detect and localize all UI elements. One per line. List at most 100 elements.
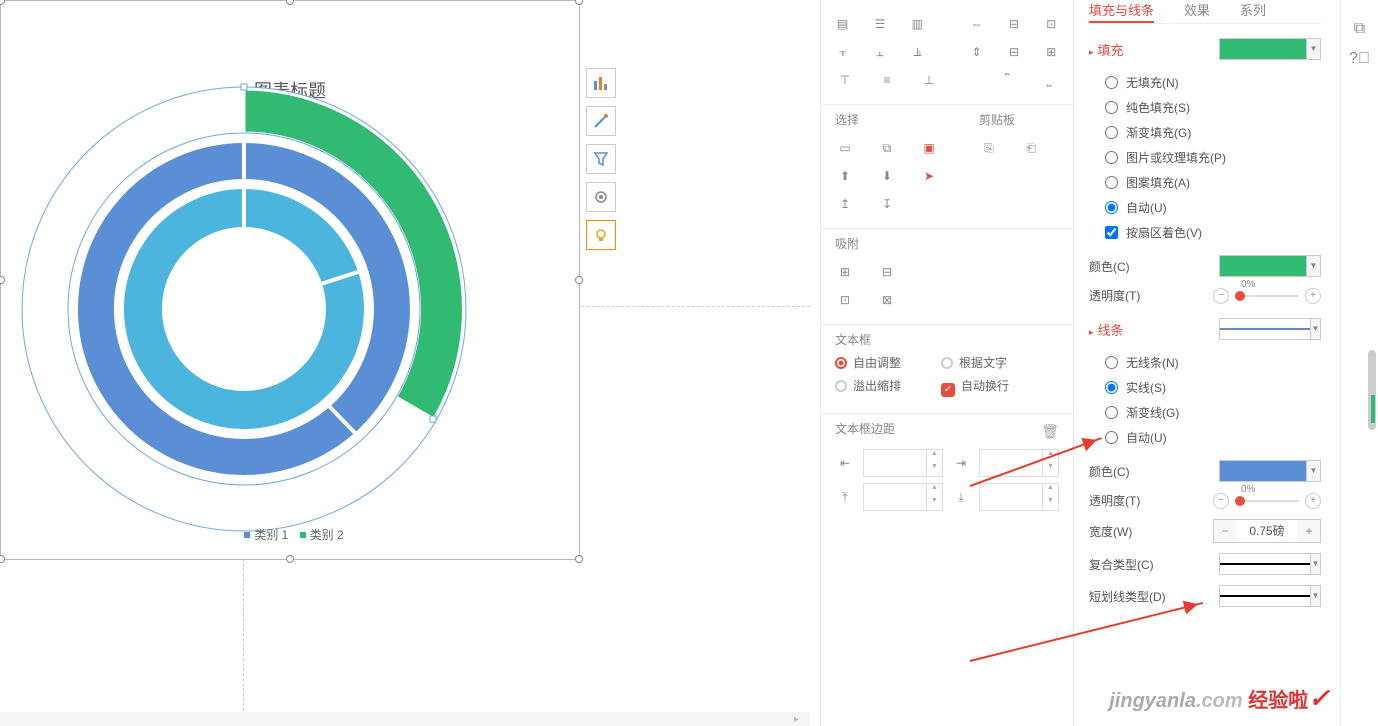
bring-front-icon[interactable]: ⬆ — [835, 166, 855, 186]
chart-filter-button[interactable] — [586, 144, 616, 174]
fill-opacity-slider[interactable]: − 0% + — [1213, 288, 1321, 304]
textbox-auto-option[interactable]: 自由调整 — [835, 354, 901, 371]
margin-right-input[interactable]: ▲▼ — [979, 449, 1059, 477]
line-color-picker[interactable]: ▼ — [1219, 460, 1321, 482]
chart-legend[interactable]: 类别 1 类别 2 — [1, 526, 579, 543]
equal-height-icon[interactable]: ⊟ — [1006, 42, 1021, 62]
line-solid-option[interactable]: 实线(S) — [1089, 375, 1321, 400]
fill-gradient-option[interactable]: 渐变填充(G) — [1089, 120, 1321, 145]
format-toolbox-panel: ▤ ☰ ▥ ⇔ ⊟ ⊡ ⫟ ⫠ ⫡ ⇕ ⊟ ⊞ ⊤ ≡ ⊥ ⎴ ⎵ — [820, 0, 1074, 726]
select-object-icon[interactable]: ▭ — [835, 138, 855, 158]
popout-icon[interactable]: ⧉ — [1349, 18, 1371, 40]
margin-top-icon: ⤒ — [835, 487, 855, 507]
align-bottom-icon[interactable]: ⫡ — [910, 42, 925, 62]
line-dash-picker[interactable]: ▼ — [1219, 585, 1321, 607]
distribute-v-icon[interactable]: ⇕ — [969, 42, 984, 62]
scroll-accent — [1371, 395, 1375, 423]
valign-top-icon[interactable]: ⊤ — [835, 70, 855, 90]
line-section-header[interactable]: ▸线条 ▼ — [1089, 318, 1321, 340]
fill-pattern-option[interactable]: 图案填充(A) — [1089, 170, 1321, 195]
legend-swatch-2 — [300, 532, 306, 538]
match-size-icon[interactable]: ⊞ — [1044, 42, 1059, 62]
select-similar-icon[interactable]: ▣ — [919, 138, 939, 158]
select-section-label: 选择 — [835, 111, 939, 128]
line-opacity-label: 透明度(T) — [1089, 492, 1140, 509]
fill-section-header[interactable]: ▸填充 ▼ — [1089, 38, 1321, 60]
fill-by-sector-option[interactable]: 按扇区着色(V) — [1089, 220, 1321, 245]
trash-icon[interactable]: 🗑 — [1041, 423, 1059, 440]
valign-mid-icon[interactable]: ≡ — [877, 70, 897, 90]
snap-top-icon[interactable]: ⎴ — [997, 70, 1017, 90]
property-tabs: 填充与线条 效果 系列 — [1089, 0, 1321, 24]
equal-spacing-icon[interactable]: ⊡ — [1044, 14, 1059, 34]
distribute-h-icon[interactable]: ⇔ — [969, 14, 984, 34]
fill-color-label: 颜色(C) — [1089, 258, 1130, 275]
chart-selection-box[interactable]: 图表标题 类别 1 类别 2 — [0, 0, 580, 560]
tab-effect[interactable]: 效果 — [1184, 0, 1210, 23]
watermark: jingyanla.com 经验啦✓ — [1109, 683, 1330, 714]
margin-bottom-input[interactable]: ▲▼ — [979, 483, 1059, 511]
move-up-icon[interactable]: ↥ — [835, 194, 855, 214]
chart-elements-button[interactable] — [586, 68, 616, 98]
snap-section-label: 吸附 — [835, 235, 1059, 252]
fill-solid-option[interactable]: 纯色填充(S) — [1089, 95, 1321, 120]
align-right-icon[interactable]: ▥ — [910, 14, 925, 34]
chart-side-toolbar — [586, 68, 618, 258]
fill-color-swatch-top[interactable]: ▼ — [1219, 38, 1321, 60]
paste-icon[interactable]: ⎗ — [1021, 138, 1041, 158]
canvas-area[interactable]: 图表标题 类别 1 类别 2 — [0, 0, 810, 726]
horizontal-scrollbar[interactable]: ▸ — [0, 712, 810, 726]
send-back-icon[interactable]: ⬇ — [877, 166, 897, 186]
textbox-wrap-option[interactable]: ✓自动换行 — [941, 377, 1009, 397]
margin-top-input[interactable]: ▲▼ — [863, 483, 943, 511]
doughnut-chart[interactable] — [1, 1, 581, 561]
valign-bot-icon[interactable]: ⊥ — [919, 70, 939, 90]
fill-color-picker[interactable]: ▼ — [1219, 255, 1321, 277]
line-width-label: 宽度(W) — [1089, 523, 1132, 540]
chart-idea-button[interactable] — [586, 220, 616, 250]
fill-picture-option[interactable]: 图片或纹理填充(P) — [1089, 145, 1321, 170]
textbox-section-label: 文本框 — [835, 331, 1059, 348]
snap-grid-icon[interactable]: ⊞ — [835, 262, 855, 282]
snap-guide-icon[interactable]: ⊟ — [877, 262, 897, 282]
align-top-icon[interactable]: ⫟ — [835, 42, 850, 62]
copy-icon[interactable]: ⎘ — [979, 138, 999, 158]
margin-section-label: 文本框边距 — [835, 420, 895, 437]
select-group-icon[interactable]: ⧉ — [877, 138, 897, 158]
snap-bot-icon[interactable]: ⎵ — [1039, 70, 1059, 90]
legend-label-1: 类别 1 — [254, 528, 288, 542]
pointer-icon[interactable]: ➤ — [919, 166, 939, 186]
line-compound-picker[interactable]: ▼ — [1219, 553, 1321, 575]
textbox-overflow-option[interactable]: 溢出缩排 — [835, 377, 901, 397]
margin-bottom-icon: ⤓ — [951, 487, 971, 507]
margin-left-icon: ⇤ — [835, 453, 855, 473]
line-opacity-slider[interactable]: − 0% + — [1213, 493, 1321, 509]
move-down-icon[interactable]: ↧ — [877, 194, 897, 214]
properties-panel: 填充与线条 效果 系列 ▸填充 ▼ 无填充(N) 纯色填充(S) 渐变填充(G)… — [1075, 0, 1335, 726]
fill-auto-option[interactable]: 自动(U) — [1089, 195, 1321, 220]
align-center-h-icon[interactable]: ☰ — [872, 14, 887, 34]
snap-obj-icon[interactable]: ⊡ — [835, 290, 855, 310]
line-preview-swatch[interactable]: ▼ — [1219, 318, 1321, 340]
line-auto-option[interactable]: 自动(U) — [1089, 425, 1321, 450]
equal-width-icon[interactable]: ⊟ — [1006, 14, 1021, 34]
align-left-icon[interactable]: ▤ — [835, 14, 850, 34]
snap-edge-icon[interactable]: ⊠ — [877, 290, 897, 310]
line-none-option[interactable]: 无线条(N) — [1089, 350, 1321, 375]
legend-label-2: 类别 2 — [310, 528, 344, 542]
fill-opacity-label: 透明度(T) — [1089, 287, 1140, 304]
line-width-spinner[interactable]: −0.75磅+ — [1213, 519, 1321, 543]
tab-fill-line[interactable]: 填充与线条 — [1089, 0, 1154, 23]
textbox-bytext-option[interactable]: 根据文字 — [941, 354, 1007, 371]
line-color-label: 颜色(C) — [1089, 463, 1130, 480]
clipboard-section-label: 剪贴板 — [979, 111, 1041, 128]
help-icon[interactable]: ?⃝ — [1349, 48, 1371, 70]
tab-series[interactable]: 系列 — [1240, 0, 1266, 23]
chart-style-button[interactable] — [586, 106, 616, 136]
fill-none-option[interactable]: 无填充(N) — [1089, 70, 1321, 95]
line-gradient-option[interactable]: 渐变线(G) — [1089, 400, 1321, 425]
align-middle-icon[interactable]: ⫠ — [872, 42, 887, 62]
margin-left-input[interactable]: ▲▼ — [863, 449, 943, 477]
line-compound-label: 复合类型(C) — [1089, 556, 1154, 573]
chart-settings-button[interactable] — [586, 182, 616, 212]
